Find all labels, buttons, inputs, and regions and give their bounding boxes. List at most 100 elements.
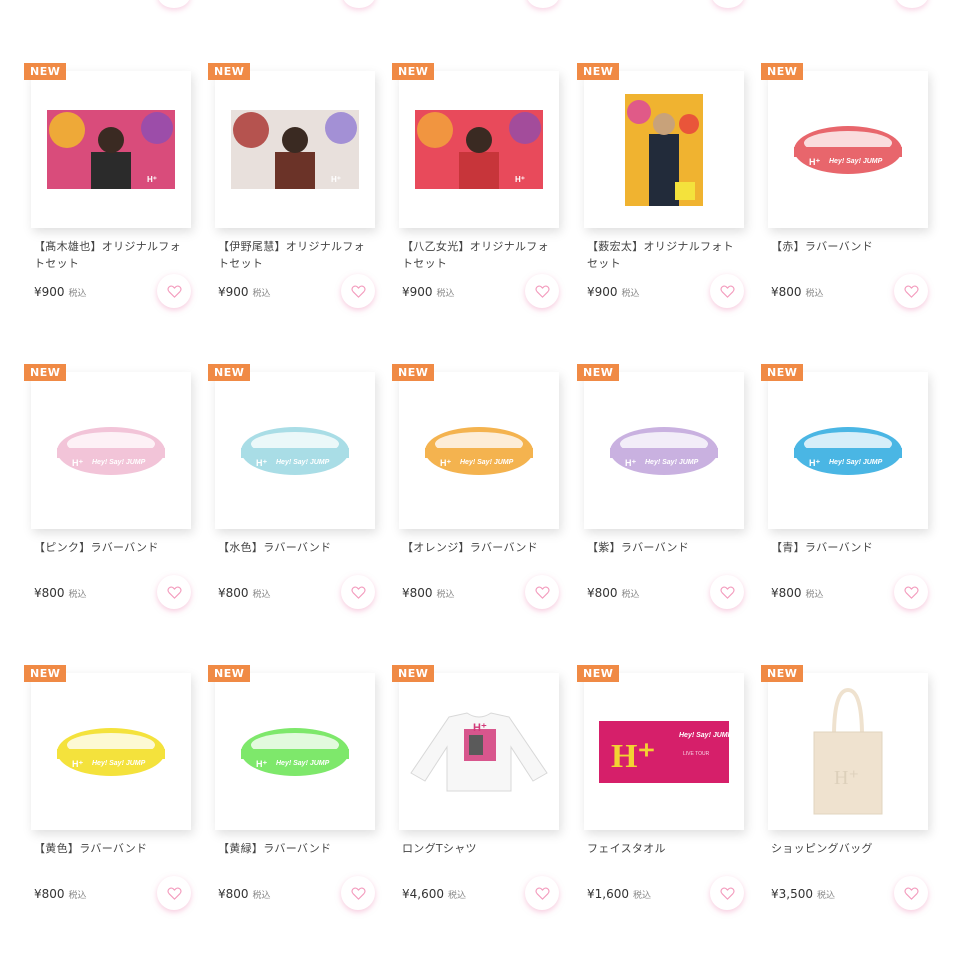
product-card[interactable]: NEW H⁺ Hey! Say! JUMP 【黄色】ラバーバンド ¥800 税込 xyxy=(24,665,199,935)
product-name[interactable]: 【黄色】ラバーバンド xyxy=(34,840,192,857)
product-name[interactable]: 【伊野尾慧】オリジナルフォトセット xyxy=(218,238,376,272)
price-value: ¥800 xyxy=(34,887,65,901)
svg-text:H⁺: H⁺ xyxy=(611,738,655,775)
favorite-button[interactable] xyxy=(894,575,928,609)
product-name[interactable]: 【ピンク】ラバーバンド xyxy=(34,539,192,556)
product-name[interactable]: 【黄緑】ラバーバンド xyxy=(218,840,376,857)
favorite-button[interactable] xyxy=(341,575,375,609)
svg-text:H⁺: H⁺ xyxy=(834,767,859,789)
product-card[interactable]: NEW H⁺ ロングTシャツ ¥4,600 税込 xyxy=(392,665,567,935)
new-badge: NEW xyxy=(208,63,251,80)
favorite-button[interactable] xyxy=(525,274,559,308)
favorite-button[interactable] xyxy=(894,274,928,308)
rubber-band-image: H⁺ Hey! Say! JUMP xyxy=(610,426,718,475)
product-image-frame[interactable]: H⁺ xyxy=(399,71,559,228)
tax-label: 税込 xyxy=(252,590,271,600)
product-name[interactable]: ロングTシャツ xyxy=(402,840,560,857)
product-price: ¥3,500 税込 xyxy=(771,887,835,901)
rubber-band-image: H⁺ Hey! Say! JUMP xyxy=(241,727,349,776)
favorite-button[interactable] xyxy=(157,876,191,910)
tax-label: 税込 xyxy=(68,590,87,600)
product-image-frame[interactable]: H⁺ xyxy=(31,71,191,228)
product-image-frame[interactable]: H⁺ Hey! Say! JUMP xyxy=(215,673,375,830)
product-name[interactable]: 【薮宏太】オリジナルフォトセット xyxy=(587,238,745,272)
tax-label: 税込 xyxy=(805,590,824,600)
price-value: ¥800 xyxy=(218,586,249,600)
favorite-button[interactable] xyxy=(894,876,928,910)
product-image-frame[interactable]: H⁺ Hey! Say! JUMP xyxy=(31,372,191,529)
new-badge: NEW xyxy=(761,364,804,381)
new-badge: NEW xyxy=(392,364,435,381)
product-image-frame[interactable]: H⁺ Hey! Say! JUMP xyxy=(584,372,744,529)
product-name[interactable]: 【八乙女光】オリジナルフォトセット xyxy=(402,238,560,272)
svg-text:H⁺: H⁺ xyxy=(331,175,341,184)
favorite-button[interactable] xyxy=(710,274,744,308)
product-price: ¥800 税込 xyxy=(771,285,824,299)
favorite-button[interactable] xyxy=(525,575,559,609)
product-image-frame[interactable]: H⁺ Hey! Say! JUMP xyxy=(215,372,375,529)
price-value: ¥800 xyxy=(587,586,618,600)
product-card[interactable]: NEW 【薮宏太】オリジナルフォトセット ¥900 税込 xyxy=(577,63,752,333)
product-card[interactable]: NEW H⁺ Hey! Say! JUMP 【青】ラバーバンド ¥800 税込 xyxy=(761,364,936,634)
favorite-button[interactable] xyxy=(341,274,375,308)
product-card[interactable]: NEW H⁺ Hey! Say! JUMP 【赤】ラバーバンド ¥800 税込 xyxy=(761,63,936,333)
product-price: ¥800 税込 xyxy=(587,586,640,600)
product-image-frame[interactable]: H⁺ Hey! Say! JUMP xyxy=(768,372,928,529)
favorite-button[interactable] xyxy=(157,274,191,308)
product-name[interactable]: 【水色】ラバーバンド xyxy=(218,539,376,556)
new-badge: NEW xyxy=(24,63,67,80)
product-card[interactable]: NEW H⁺ Hey! Say! JUMP 【水色】ラバーバンド ¥800 税込 xyxy=(208,364,383,634)
product-name[interactable]: 【紫】ラバーバンド xyxy=(587,539,745,556)
product-name[interactable]: ショッピングバッグ xyxy=(771,840,929,857)
partial-heart-button[interactable] xyxy=(896,0,928,8)
partial-heart-button[interactable] xyxy=(343,0,375,8)
product-name[interactable]: フェイスタオル xyxy=(587,840,745,857)
favorite-button[interactable] xyxy=(710,876,744,910)
product-card[interactable]: NEW H⁺ 【伊野尾慧】オリジナルフォトセット ¥900 税込 xyxy=(208,63,383,333)
favorite-button[interactable] xyxy=(341,876,375,910)
product-card[interactable]: NEW H⁺ Hey! Say! JUMP 【紫】ラバーバンド ¥800 税込 xyxy=(577,364,752,634)
heart-icon xyxy=(534,285,550,298)
price-value: ¥4,600 xyxy=(402,887,444,901)
product-image-frame[interactable]: H⁺ Hey! Say! JUMP LIVE TOUR xyxy=(584,673,744,830)
product-image-frame[interactable]: H⁺ Hey! Say! JUMP xyxy=(31,673,191,830)
product-name[interactable]: 【赤】ラバーバンド xyxy=(771,238,929,255)
new-badge: NEW xyxy=(761,63,804,80)
product-name[interactable]: 【髙木雄也】オリジナルフォトセット xyxy=(34,238,192,272)
product-card[interactable]: NEW H⁺ ショッピングバッグ ¥3,500 税込 xyxy=(761,665,936,935)
favorite-button[interactable] xyxy=(710,575,744,609)
tax-label: 税込 xyxy=(817,891,836,901)
product-image-frame[interactable]: H⁺ xyxy=(399,673,559,830)
price-value: ¥800 xyxy=(771,285,802,299)
favorite-button[interactable] xyxy=(157,575,191,609)
svg-text:Hey! Say! JUMP: Hey! Say! JUMP xyxy=(92,459,146,466)
product-card[interactable]: NEW H⁺ Hey! Say! JUMP LIVE TOUR フェイスタオル … xyxy=(577,665,752,935)
product-card[interactable]: NEW H⁺ Hey! Say! JUMP 【オレンジ】ラバーバンド ¥800 税… xyxy=(392,364,567,634)
product-price: ¥800 税込 xyxy=(771,586,824,600)
product-price: ¥900 税込 xyxy=(402,285,455,299)
svg-text:H⁺: H⁺ xyxy=(625,458,636,468)
product-image-frame[interactable]: H⁺ xyxy=(768,673,928,830)
product-name[interactable]: 【青】ラバーバンド xyxy=(771,539,929,556)
heart-icon xyxy=(350,285,366,298)
price-value: ¥900 xyxy=(402,285,433,299)
svg-text:H⁺: H⁺ xyxy=(256,458,267,468)
partial-heart-button[interactable] xyxy=(158,0,190,8)
product-price: ¥800 税込 xyxy=(402,586,455,600)
product-card[interactable]: NEW H⁺ 【髙木雄也】オリジナルフォトセット ¥900 税込 xyxy=(24,63,199,333)
product-image-frame[interactable] xyxy=(584,71,744,228)
new-badge: NEW xyxy=(577,63,620,80)
product-name[interactable]: 【オレンジ】ラバーバンド xyxy=(402,539,560,556)
product-card[interactable]: NEW H⁺ Hey! Say! JUMP 【ピンク】ラバーバンド ¥800 税込 xyxy=(24,364,199,634)
partial-heart-button[interactable] xyxy=(712,0,744,8)
product-card[interactable]: NEW H⁺ 【八乙女光】オリジナルフォトセット ¥900 税込 xyxy=(392,63,567,333)
product-card[interactable]: NEW H⁺ Hey! Say! JUMP 【黄緑】ラバーバンド ¥800 税込 xyxy=(208,665,383,935)
product-image-frame[interactable]: H⁺ Hey! Say! JUMP xyxy=(768,71,928,228)
partial-heart-button[interactable] xyxy=(527,0,559,8)
product-price: ¥4,600 税込 xyxy=(402,887,466,901)
new-badge: NEW xyxy=(392,63,435,80)
product-image-frame[interactable]: H⁺ Hey! Say! JUMP xyxy=(399,372,559,529)
svg-text:Hey! Say! JUMP: Hey! Say! JUMP xyxy=(679,732,729,739)
product-image-frame[interactable]: H⁺ xyxy=(215,71,375,228)
favorite-button[interactable] xyxy=(525,876,559,910)
